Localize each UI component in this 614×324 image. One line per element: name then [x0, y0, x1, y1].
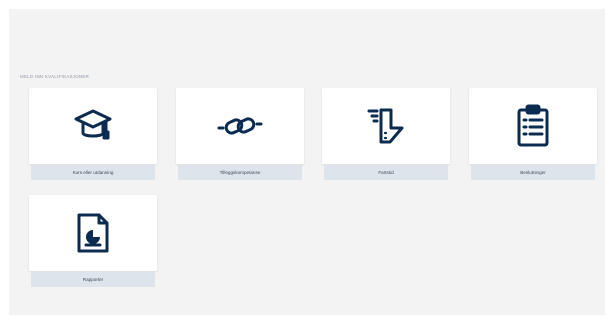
- tile-course-or-education[interactable]: Kurs eller utdanning: [29, 88, 157, 180]
- tile-card[interactable]: [176, 88, 304, 164]
- tile-label: Kurs eller utdanning: [31, 165, 155, 180]
- tile-card[interactable]: [322, 88, 450, 164]
- tile-label: Tilleggskompetanse: [178, 165, 302, 180]
- graduation-cap-icon: [73, 106, 113, 146]
- tile-label: Rapporter: [31, 272, 155, 287]
- section-title: MELD INN KVALIFIKASJONER: [20, 74, 90, 79]
- tile-reports[interactable]: Rapporter: [29, 195, 157, 287]
- clipboard-list-icon: [513, 104, 553, 148]
- tile-decisions[interactable]: Beslutninger: [469, 88, 597, 180]
- tile-label: Fartstid: [324, 165, 448, 180]
- chain-link-icon: [217, 111, 263, 141]
- ship-bow-icon: [366, 106, 406, 146]
- tile-sea-time[interactable]: Fartstid: [322, 88, 450, 180]
- report-document-icon: [75, 212, 111, 254]
- tile-additional-competence[interactable]: Tilleggskompetanse: [176, 88, 304, 180]
- tile-label: Beslutninger: [471, 165, 595, 180]
- tile-card[interactable]: [29, 88, 157, 164]
- tile-card[interactable]: [469, 88, 597, 164]
- tile-card[interactable]: [29, 195, 157, 271]
